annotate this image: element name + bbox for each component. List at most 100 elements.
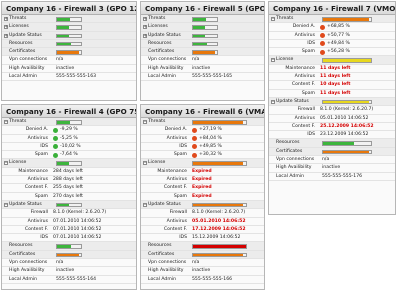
ha-row: High Availibility inactive	[2, 65, 136, 74]
threats-row[interactable]: − Threats	[141, 118, 264, 127]
denied-row: Denied A. +27,19 %	[141, 126, 264, 135]
content-filter-license-row: Content F. 255 days left	[2, 184, 136, 193]
ha-value: inactive	[322, 165, 341, 171]
ha-row: High Availibility inactive	[141, 267, 264, 276]
spam-license-value: 11 days left	[320, 90, 351, 96]
update-status-bar	[192, 202, 247, 208]
trend-down-icon	[53, 136, 58, 142]
resources-label: Resources	[148, 40, 172, 46]
license-row[interactable]: − License	[269, 56, 395, 65]
local-admin-value: 555-555-555-163	[56, 74, 97, 80]
antivirus-update-row: Antivirus 05.01.2010 14:06:52	[269, 115, 395, 123]
threats-label: Threats	[9, 119, 27, 124]
certificates-row: Certificates	[2, 48, 136, 57]
threats-status-bar	[322, 17, 372, 22]
ha-label: High Availibility	[148, 65, 184, 71]
antivirus-license-value: 11 days left	[320, 74, 351, 80]
antivirus-update-value: 05.01.2010 14:06:52	[320, 115, 369, 121]
update-status-row[interactable]: + Update Status	[2, 31, 136, 40]
expand-icon[interactable]: +	[3, 33, 8, 38]
update-status-label: Update Status	[148, 201, 181, 207]
ha-label: High Availibility	[9, 268, 45, 274]
ha-row: High Availibility inactive	[2, 267, 136, 276]
ids-update-row: IDS 15.12.2009 14:06:52	[141, 234, 264, 243]
license-status-bar	[56, 161, 82, 166]
licenses-row[interactable]: + Licenses	[2, 23, 136, 32]
antivirus-license-label: Antivirus	[27, 177, 48, 183]
certificates-row: Certificates	[141, 48, 264, 57]
vpn-value: n/a	[56, 260, 64, 266]
threats-row[interactable]: + Threats	[141, 15, 264, 24]
trend-up-icon	[192, 136, 197, 142]
antivirus-label: Antivirus	[27, 135, 48, 141]
resources-row: Resources	[141, 39, 264, 49]
spam-value: +56,28 %	[327, 49, 350, 55]
firewall-version-label: Firewall	[297, 107, 315, 113]
update-status-row[interactable]: + Update Status	[141, 31, 264, 40]
license-row[interactable]: − License	[141, 159, 264, 168]
denied-row: Denied A. -9,29 %	[2, 126, 136, 135]
collapse-icon[interactable]: −	[3, 161, 8, 166]
spam-value: +30,32 %	[199, 152, 222, 158]
trend-up-icon	[192, 152, 197, 158]
local-admin-value: 555-555-555-165	[192, 74, 233, 80]
vpn-value: n/a	[192, 57, 200, 63]
certificates-status-bar	[192, 50, 218, 55]
update-status-row[interactable]: − Update Status	[269, 97, 395, 107]
collapse-icon[interactable]: −	[270, 99, 275, 104]
spam-license-row: Spam 270 days left	[2, 193, 136, 201]
collapse-icon[interactable]: −	[142, 161, 147, 166]
maintenance-value: Expired	[192, 168, 212, 174]
collapse-icon[interactable]: −	[270, 17, 275, 21]
ha-label: High Availibility	[9, 65, 45, 71]
maintenance-label: Maintenance	[18, 168, 48, 174]
expand-icon[interactable]: +	[3, 17, 8, 21]
ids-label: IDS	[40, 143, 48, 149]
firewall-version-value: 8.1.0 (Kernel: 2.6.20.7)	[192, 210, 246, 216]
collapse-icon[interactable]: −	[3, 120, 8, 124]
vpn-value: n/a	[322, 157, 330, 163]
expand-icon[interactable]: +	[142, 25, 147, 30]
threats-row[interactable]: − Threats	[2, 118, 136, 127]
expand-icon[interactable]: +	[142, 17, 147, 21]
content-filter-license-value: Expired	[192, 185, 212, 191]
local-admin-value: 555-555-555-176	[322, 173, 363, 179]
vpn-label: Vpn connections	[9, 260, 48, 266]
antivirus-update-label: Antivirus	[166, 218, 187, 224]
content-filter-update-value: 17.12.2009 14:06:52	[192, 226, 246, 232]
ids-value: +49,85 %	[199, 143, 222, 149]
ha-label: High Availibility	[276, 165, 312, 171]
threats-row[interactable]: + Threats	[2, 15, 136, 24]
expand-icon[interactable]: +	[142, 33, 147, 38]
firewall-version-value: 8.1.0 (Kernel: 2.6.20.7)	[53, 210, 107, 216]
resources-label: Resources	[9, 243, 33, 249]
spam-row: Spam +30,32 %	[141, 151, 264, 160]
collapse-icon[interactable]: −	[270, 58, 275, 63]
denied-label: Denied A.	[292, 24, 315, 30]
certificates-row: Certificates	[2, 250, 136, 260]
licenses-row[interactable]: + Licenses	[141, 23, 264, 32]
expand-icon[interactable]: +	[3, 25, 8, 30]
collapse-icon[interactable]: −	[142, 202, 147, 207]
spam-row: Spam -7,64 %	[2, 151, 136, 160]
antivirus-license-value: 288 days left	[53, 177, 83, 183]
certificates-label: Certificates	[148, 251, 175, 257]
local-admin-value: 555-555-555-164	[56, 276, 97, 282]
collapse-icon[interactable]: −	[142, 120, 147, 124]
ids-update-row: IDS 07.01.2010 14:06:52	[2, 234, 136, 243]
firewall-panel-fw3: Company 16 - Firewall 3 (GPO 125) + Thre…	[1, 1, 137, 101]
threats-status-bar	[56, 17, 82, 22]
panel-title: Company 16 - Firewall 7 (VMO 125)	[269, 2, 395, 15]
antivirus-license-label: Antivirus	[166, 177, 187, 183]
update-status-row[interactable]: − Update Status	[141, 200, 264, 210]
collapse-icon[interactable]: −	[3, 202, 8, 207]
certificates-label: Certificates	[9, 49, 36, 55]
content-filter-license-label: Content F.	[24, 185, 48, 191]
local-admin-label: Local Admin	[276, 173, 305, 179]
update-status-label: Update Status	[9, 32, 42, 38]
local-admin-row: Local Admin 555-555-555-166	[141, 276, 264, 284]
license-row[interactable]: − License	[2, 159, 136, 168]
update-status-row[interactable]: − Update Status	[2, 200, 136, 210]
resources-row: Resources	[2, 242, 136, 251]
threats-row[interactable]: − Threats	[269, 15, 395, 24]
